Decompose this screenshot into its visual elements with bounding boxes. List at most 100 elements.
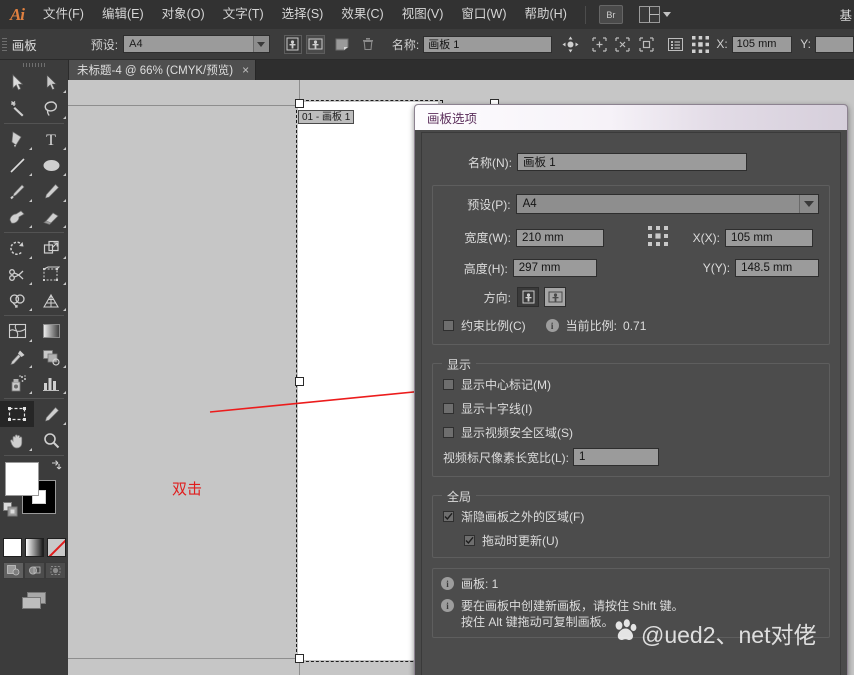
shape-builder-tool[interactable] xyxy=(0,287,34,313)
tools-panel-grip[interactable] xyxy=(0,60,68,69)
width-tool[interactable] xyxy=(0,261,34,287)
dialog-width-input[interactable]: 210 mm xyxy=(516,229,604,247)
screen-mode-button[interactable] xyxy=(0,591,68,611)
dialog-height-input[interactable]: 297 mm xyxy=(513,259,597,277)
constrain-ratio-checkbox[interactable] xyxy=(443,320,454,331)
mesh-tool[interactable] xyxy=(0,318,34,344)
artboard-options-icon[interactable] xyxy=(665,34,685,54)
close-icon[interactable]: × xyxy=(242,63,249,77)
show-cross-hairs-row[interactable]: 显示十字线(I) xyxy=(443,400,819,417)
reference-point-widget[interactable] xyxy=(648,226,668,249)
x-position-input[interactable]: 105 mm xyxy=(732,36,793,53)
gradient-fill-button[interactable] xyxy=(25,538,44,557)
hand-tool[interactable] xyxy=(0,427,34,453)
chevron-down-icon[interactable] xyxy=(799,195,818,213)
artboard-name-input[interactable]: 画板 1 xyxy=(423,36,552,53)
free-transform-tool[interactable] xyxy=(34,261,68,287)
menu-object[interactable]: 对象(O) xyxy=(153,0,214,29)
column-graph-tool[interactable] xyxy=(34,370,68,396)
gradient-tool[interactable] xyxy=(34,318,68,344)
new-artboard-icon[interactable] xyxy=(332,34,352,54)
zoom-tool[interactable] xyxy=(34,427,68,453)
swap-fill-stroke-icon[interactable] xyxy=(49,460,62,475)
menu-effect[interactable]: 效果(C) xyxy=(332,0,392,29)
fill-color-swatch[interactable] xyxy=(5,462,39,496)
artboard-handle[interactable] xyxy=(295,99,304,108)
landscape-orientation-button[interactable] xyxy=(306,35,325,54)
fade-outside-checkbox[interactable] xyxy=(443,511,454,522)
perspective-grid-tool[interactable] xyxy=(34,287,68,313)
menu-window[interactable]: 窗口(W) xyxy=(452,0,515,29)
fade-outside-label: 渐隐画板之外的区域(F) xyxy=(461,508,584,525)
show-video-safe-checkbox[interactable] xyxy=(443,427,454,438)
show-cross-hairs-checkbox[interactable] xyxy=(443,403,454,414)
default-fill-stroke-icon[interactable] xyxy=(3,502,18,520)
fade-outside-row[interactable]: 渐隐画板之外的区域(F) xyxy=(443,508,819,525)
blend-tool[interactable] xyxy=(34,344,68,370)
dialog-y-input[interactable]: 148.5 mm xyxy=(735,259,819,277)
selection-tool[interactable] xyxy=(0,69,34,95)
draw-normal-button[interactable] xyxy=(3,562,24,579)
workspace-switcher[interactable]: 基 xyxy=(839,5,854,24)
show-center-mark-checkbox[interactable] xyxy=(443,379,454,390)
portrait-button[interactable] xyxy=(517,287,539,307)
dialog-name-input[interactable]: 画板 1 xyxy=(517,153,747,171)
dialog-title-bar[interactable]: 画板选项 xyxy=(415,105,847,130)
rotate-tool[interactable] xyxy=(0,235,34,261)
artboard-handle[interactable] xyxy=(295,654,304,663)
draw-behind-button[interactable] xyxy=(24,562,45,579)
reference-point-icon[interactable] xyxy=(691,34,711,54)
scale-tool[interactable] xyxy=(34,235,68,261)
line-segment-tool[interactable] xyxy=(0,152,34,178)
draw-inside-button[interactable] xyxy=(45,562,66,579)
artboard-tool[interactable] xyxy=(0,401,34,427)
menu-view[interactable]: 视图(V) xyxy=(393,0,453,29)
artboard-preset2-icon[interactable] xyxy=(613,34,633,54)
blob-brush-tool[interactable] xyxy=(0,204,34,230)
portrait-orientation-button[interactable] xyxy=(284,35,303,54)
bridge-icon[interactable]: Br xyxy=(599,5,623,24)
artboard-preset3-icon[interactable] xyxy=(637,34,657,54)
y-position-input[interactable] xyxy=(815,36,854,53)
paintbrush-tool[interactable] xyxy=(0,178,34,204)
artboard-preset1-icon[interactable] xyxy=(590,34,610,54)
show-center-mark-row[interactable]: 显示中心标记(M) xyxy=(443,376,819,393)
type-tool[interactable]: T xyxy=(34,126,68,152)
preset-dropdown[interactable]: A4 xyxy=(123,35,270,53)
arrange-documents-icon[interactable] xyxy=(639,6,660,23)
info-text-alt-hint: 按住 Alt 键拖动可复制画板。 xyxy=(461,614,684,630)
dialog-x-input[interactable]: 105 mm xyxy=(725,229,813,247)
direct-selection-tool[interactable] xyxy=(34,69,68,95)
chevron-down-icon[interactable] xyxy=(253,36,269,52)
pen-tool[interactable] xyxy=(0,126,34,152)
delete-artboard-icon[interactable] xyxy=(358,34,378,54)
show-video-safe-row[interactable]: 显示视频安全区域(S) xyxy=(443,424,819,441)
none-fill-button[interactable] xyxy=(47,538,66,557)
menu-select[interactable]: 选择(S) xyxy=(273,0,333,29)
ellipse-tool[interactable] xyxy=(34,152,68,178)
lasso-tool[interactable] xyxy=(34,95,68,121)
slice-tool[interactable] xyxy=(34,401,68,427)
menu-edit[interactable]: 编辑(E) xyxy=(93,0,153,29)
move-artboard-icon[interactable] xyxy=(561,34,581,54)
pencil-tool[interactable] xyxy=(34,178,68,204)
landscape-button[interactable] xyxy=(544,287,566,307)
menu-type[interactable]: 文字(T) xyxy=(214,0,273,29)
pixel-ratio-input[interactable]: 1 xyxy=(573,448,659,466)
eraser-tool[interactable] xyxy=(34,204,68,230)
eyedropper-tool[interactable] xyxy=(0,344,34,370)
menu-file[interactable]: 文件(F) xyxy=(34,0,93,29)
tool-divider xyxy=(4,398,64,399)
chevron-down-icon[interactable] xyxy=(663,12,671,17)
document-tab[interactable]: 未标题-4 @ 66% (CMYK/预览) × xyxy=(68,60,256,80)
symbol-sprayer-tool[interactable] xyxy=(0,370,34,396)
dialog-name-value: 画板 1 xyxy=(518,154,556,170)
update-while-dragging-checkbox[interactable] xyxy=(464,535,475,546)
menu-help[interactable]: 帮助(H) xyxy=(516,0,576,29)
color-fill-button[interactable] xyxy=(3,538,22,557)
info-icon: i xyxy=(441,599,454,612)
dialog-preset-dropdown[interactable]: A4 xyxy=(516,194,819,214)
magic-wand-tool[interactable] xyxy=(0,95,34,121)
update-while-dragging-row[interactable]: 拖动时更新(U) xyxy=(464,532,819,549)
control-bar-grip[interactable] xyxy=(0,29,10,59)
